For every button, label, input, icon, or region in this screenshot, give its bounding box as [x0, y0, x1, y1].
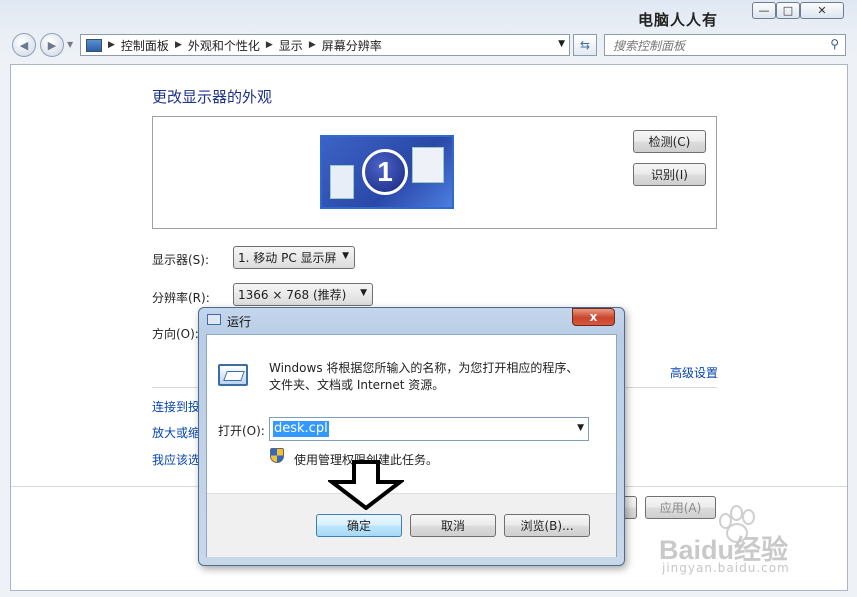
run-dialog: 运行 x Windows 将根据您所输入的名称，为您打开相应的程序、文件夹、文档… [198, 307, 625, 566]
baidu-watermark-url: jingyan.baidu.com [662, 561, 790, 575]
maximize-button[interactable]: □ [776, 2, 800, 19]
breadcrumb-display[interactable]: 显示 [279, 37, 303, 54]
breadcrumb-separator-icon[interactable]: ▶ [175, 40, 182, 50]
resolution-select[interactable]: 1366 × 768 (推荐) ▼ [233, 283, 373, 306]
identify-button[interactable]: 识别(I) [633, 163, 706, 186]
address-dropdown-icon[interactable]: ▼ [558, 39, 565, 49]
ok-button[interactable]: 确定 [316, 514, 402, 537]
chevron-down-icon[interactable]: ▼ [577, 423, 584, 433]
back-arrow-icon[interactable]: ◀ [12, 33, 36, 57]
ok-button-partial[interactable] [623, 496, 637, 519]
address-bar[interactable]: ▶ 控制面板 ▶ 外观和个性化 ▶ 显示 ▶ 屏幕分辨率 ▼ [80, 34, 570, 56]
run-description: Windows 将根据您所输入的名称，为您打开相应的程序、文件夹、文档或 Int… [269, 361, 579, 392]
refresh-icon[interactable]: ⇆ [573, 34, 597, 56]
chevron-down-icon: ▼ [360, 288, 367, 298]
monitor-icon[interactable]: 1 [320, 135, 454, 209]
forward-arrow-icon[interactable]: ▶ [40, 33, 64, 57]
run-command-input[interactable]: desk.cpl ▼ [269, 417, 589, 441]
control-panel-window: 电脑人人有 — □ ✕ ◀ ▶ ▼ ▶ 控制面板 ▶ 外观和个性化 ▶ 显示 ▶… [0, 0, 857, 597]
watermark-text: 电脑人人有 [638, 11, 719, 29]
window-thumbnail [412, 147, 444, 183]
resolution-label: 分辨率(R): [152, 291, 210, 305]
run-dialog-title: 运行 [227, 315, 252, 329]
search-icon[interactable]: ⚲ [830, 37, 839, 51]
recent-pages-chevron-icon[interactable]: ▼ [67, 40, 73, 49]
close-button[interactable]: ✕ [800, 2, 844, 19]
down-arrow-annotation-icon [328, 460, 404, 510]
breadcrumb-control-panel[interactable]: 控制面板 [121, 37, 169, 54]
text-size-link[interactable]: 放大或缩 [152, 424, 200, 441]
orientation-label: 方向(O): [152, 327, 199, 341]
uac-shield-icon [270, 448, 284, 463]
breadcrumb-separator-icon[interactable]: ▶ [266, 40, 273, 50]
search-input[interactable] [611, 36, 815, 56]
breadcrumb-appearance[interactable]: 外观和个性化 [188, 37, 260, 54]
run-dialog-footer: 确定 取消 浏览(B)... [207, 493, 616, 557]
breadcrumb-separator-icon[interactable]: ▶ [108, 40, 115, 50]
which-settings-link[interactable]: 我应该选 [152, 451, 200, 468]
control-panel-icon [86, 38, 102, 52]
breadcrumb-screen-resolution[interactable]: 屏幕分辨率 [322, 37, 382, 54]
page-title: 更改显示器的外观 [152, 88, 273, 106]
breadcrumb-separator-icon[interactable]: ▶ [309, 40, 316, 50]
run-icon [207, 314, 221, 325]
display-select-value: 1. 移动 PC 显示屏 [238, 251, 337, 265]
run-dialog-body: Windows 将根据您所输入的名称，为您打开相应的程序、文件夹、文档或 Int… [206, 334, 617, 557]
monitor-number-badge: 1 [362, 149, 408, 195]
display-label: 显示器(S): [152, 253, 210, 267]
display-select[interactable]: 1. 移动 PC 显示屏 ▼ [233, 246, 355, 269]
connect-projector-link[interactable]: 连接到投 [152, 398, 200, 415]
monitor-preview-panel: 1 检测(C) 识别(I) [152, 116, 717, 229]
window-thumbnail [330, 165, 354, 199]
advanced-settings-link[interactable]: 高级设置 [670, 364, 718, 381]
resolution-select-value: 1366 × 768 (推荐) [238, 288, 347, 302]
run-close-button[interactable]: x [572, 308, 615, 326]
chevron-down-icon: ▼ [342, 251, 349, 261]
minimize-button[interactable]: — [752, 2, 776, 19]
apply-button[interactable]: 应用(A) [645, 496, 716, 519]
run-command-value: desk.cpl [273, 421, 329, 437]
search-box[interactable]: ⚲ [604, 34, 846, 56]
detect-button[interactable]: 检测(C) [633, 130, 706, 153]
browse-button[interactable]: 浏览(B)... [504, 514, 590, 537]
cancel-button[interactable]: 取消 [410, 514, 496, 537]
run-program-icon [218, 364, 248, 386]
open-label: 打开(O): [218, 424, 265, 438]
